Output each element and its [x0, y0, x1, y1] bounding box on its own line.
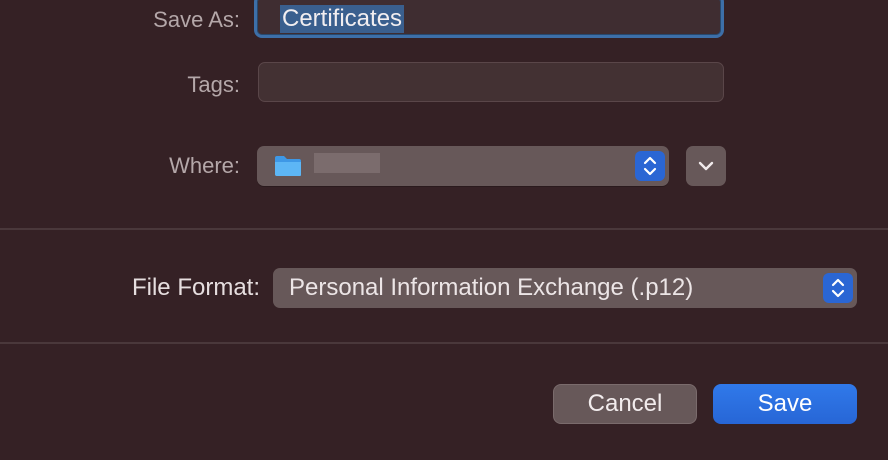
updown-chevron-icon — [643, 156, 657, 176]
file-format-label: File Format: — [131, 274, 260, 301]
expand-button[interactable] — [686, 146, 726, 186]
save-dialog: Save As: Certificates Tags: Where: File … — [0, 0, 888, 460]
divider-top — [0, 228, 888, 230]
chevron-down-icon — [698, 161, 714, 171]
divider-bottom — [0, 342, 888, 344]
where-label: Where: — [169, 153, 240, 178]
file-format-popup[interactable]: Personal Information Exchange (.p12) — [273, 268, 857, 308]
file-format-stepper[interactable] — [823, 273, 853, 303]
tags-field[interactable] — [258, 62, 724, 102]
save-as-label: Save As: — [153, 7, 240, 32]
updown-chevron-icon — [831, 278, 845, 298]
folder-icon — [275, 156, 301, 176]
save-as-value[interactable]: Certificates — [280, 5, 405, 33]
where-location-name — [314, 153, 380, 173]
where-stepper[interactable] — [635, 151, 665, 181]
where-popup[interactable] — [257, 146, 669, 186]
cancel-button[interactable]: Cancel — [553, 384, 697, 424]
tags-label: Tags: — [187, 72, 240, 97]
save-as-field[interactable]: Certificates — [254, 0, 724, 38]
file-format-value: Personal Information Exchange (.p12) — [289, 274, 694, 301]
save-button[interactable]: Save — [713, 384, 857, 424]
